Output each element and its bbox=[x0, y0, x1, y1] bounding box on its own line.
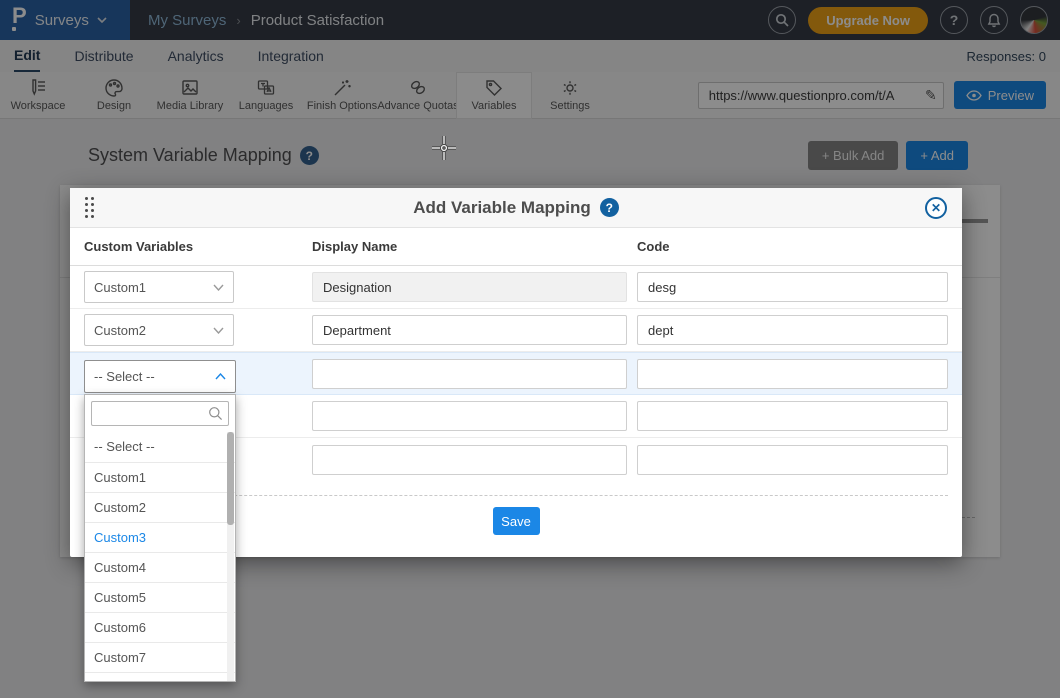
dropdown-panel: -- Select -- Custom1 Custom2 Custom3 Cus… bbox=[84, 394, 236, 682]
mapping-row-1: Custom1 bbox=[70, 266, 962, 309]
select-value: Custom1 bbox=[94, 280, 146, 295]
code-input-row1[interactable] bbox=[637, 272, 948, 302]
close-icon: ✕ bbox=[931, 201, 941, 215]
modal-help-icon[interactable]: ? bbox=[600, 198, 619, 217]
variable-select-row1[interactable]: Custom1 bbox=[84, 271, 234, 303]
dropdown-option-custom2[interactable]: Custom2 bbox=[85, 492, 235, 522]
column-display-name: Display Name bbox=[312, 239, 637, 254]
search-icon bbox=[208, 406, 223, 421]
chevron-down-icon bbox=[213, 284, 224, 291]
display-name-input-row4[interactable] bbox=[312, 401, 627, 431]
dropdown-option-custom4[interactable]: Custom4 bbox=[85, 552, 235, 582]
modal-header: Add Variable Mapping ? ✕ bbox=[70, 188, 962, 228]
chevron-up-icon bbox=[215, 373, 226, 380]
dropdown-option-custom6[interactable]: Custom6 bbox=[85, 612, 235, 642]
dropdown-scrollbar[interactable] bbox=[227, 432, 234, 681]
code-input-row2[interactable] bbox=[637, 315, 948, 345]
variable-dropdown-open: -- Select -- -- Select -- Custom1 Custom… bbox=[84, 360, 236, 682]
display-name-input-row2[interactable] bbox=[312, 315, 627, 345]
chevron-down-icon bbox=[213, 327, 224, 334]
dropdown-search-box bbox=[91, 401, 229, 426]
modal-close-button[interactable]: ✕ bbox=[925, 197, 947, 219]
dropdown-option-custom3[interactable]: Custom3 bbox=[85, 522, 235, 552]
display-name-input-row5[interactable] bbox=[312, 445, 627, 475]
column-code: Code bbox=[637, 239, 948, 254]
app-page: P Surveys My Surveys › Product Satisfact… bbox=[0, 0, 1060, 698]
code-input-row4[interactable] bbox=[637, 401, 948, 431]
column-headers: Custom Variables Display Name Code bbox=[70, 228, 962, 266]
scrollbar-thumb[interactable] bbox=[227, 432, 234, 525]
variable-select-row2[interactable]: Custom2 bbox=[84, 314, 234, 346]
code-input-row5[interactable] bbox=[637, 445, 948, 475]
mapping-row-2: Custom2 bbox=[70, 309, 962, 352]
select-value: Custom2 bbox=[94, 323, 146, 338]
variable-select-row3[interactable]: -- Select -- bbox=[84, 360, 236, 393]
dropdown-option-custom5[interactable]: Custom5 bbox=[85, 582, 235, 612]
drag-handle-icon[interactable] bbox=[85, 197, 95, 219]
code-input-row3[interactable] bbox=[637, 359, 948, 389]
dropdown-option-select[interactable]: -- Select -- bbox=[85, 432, 235, 462]
display-name-input-row3[interactable] bbox=[312, 359, 627, 389]
dropdown-option-custom1[interactable]: Custom1 bbox=[85, 462, 235, 492]
dropdown-option-custom7[interactable]: Custom7 bbox=[85, 642, 235, 672]
dropdown-options-list: -- Select -- Custom1 Custom2 Custom3 Cus… bbox=[85, 432, 235, 681]
column-custom-variables: Custom Variables bbox=[84, 239, 312, 254]
dropdown-search-input[interactable] bbox=[97, 406, 208, 421]
save-button[interactable]: Save bbox=[493, 507, 540, 535]
modal-title: Add Variable Mapping bbox=[413, 198, 591, 218]
select-value: -- Select -- bbox=[94, 369, 155, 384]
display-name-input-row1[interactable] bbox=[312, 272, 627, 302]
